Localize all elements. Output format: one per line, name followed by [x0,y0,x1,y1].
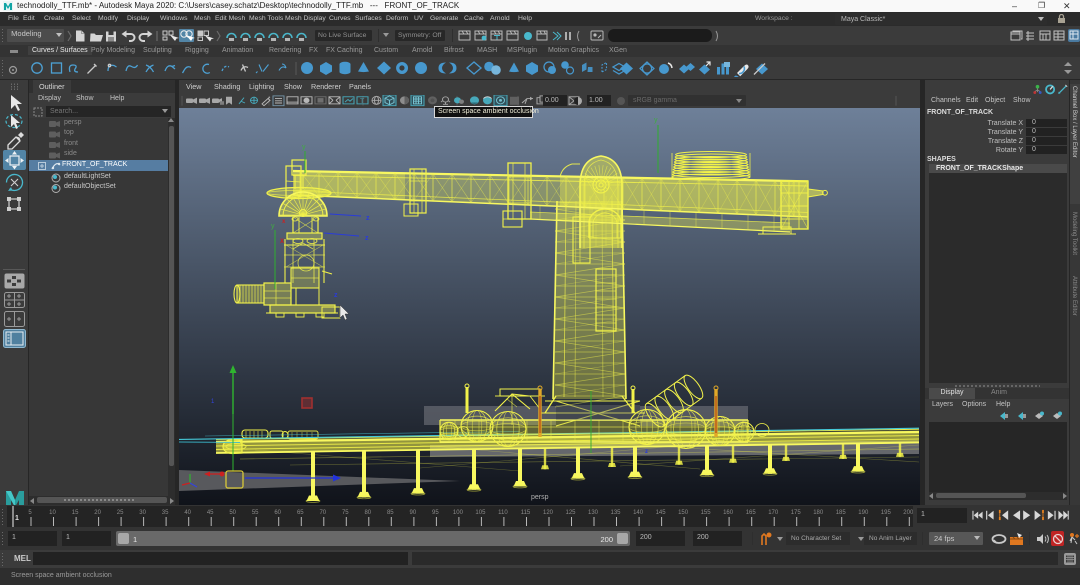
svg-text:y: y [271,223,275,230]
svg-text:175: 175 [791,510,802,516]
svg-text:50: 50 [229,510,236,516]
svg-text:25: 25 [117,510,124,516]
svg-text:190: 190 [858,510,869,516]
svg-text:115: 115 [521,510,531,516]
svg-text:180: 180 [813,510,824,516]
svg-text:80: 80 [364,510,371,516]
svg-text:160: 160 [723,510,734,516]
svg-text:150: 150 [678,510,689,516]
svg-text:95: 95 [432,510,439,516]
svg-text:120: 120 [543,510,554,516]
svg-text:15: 15 [72,510,79,516]
svg-text:125: 125 [565,510,576,516]
svg-text:x: x [282,219,286,225]
svg-text:55: 55 [252,510,259,516]
svg-text:35: 35 [162,510,169,516]
svg-text:85: 85 [387,510,394,516]
svg-text:30: 30 [139,510,146,516]
svg-text:195: 195 [881,510,892,516]
svg-text:20: 20 [94,510,101,516]
svg-text:110: 110 [498,510,508,516]
svg-text:185: 185 [836,510,847,516]
svg-text:170: 170 [768,510,779,516]
svg-text:90: 90 [410,510,417,516]
svg-text:75: 75 [342,510,349,516]
svg-text:T: T [360,98,364,105]
svg-text:1: 1 [211,399,215,405]
svg-text:z: z [334,292,338,299]
svg-text:145: 145 [656,510,667,516]
svg-text:z: z [365,235,369,242]
svg-text:X: X [280,239,284,245]
svg-text:5: 5 [28,510,32,516]
svg-text:45: 45 [207,510,214,516]
svg-text:105: 105 [475,510,486,516]
svg-text:130: 130 [588,510,599,516]
svg-text:200: 200 [903,510,913,516]
svg-text:100: 100 [453,510,464,516]
svg-text:10: 10 [49,510,56,516]
svg-text:140: 140 [633,510,644,516]
svg-text:y: y [302,144,306,151]
svg-text:70: 70 [319,510,326,516]
svg-text:135: 135 [610,510,621,516]
svg-text:165: 165 [746,510,757,516]
svg-text:40: 40 [184,510,191,516]
svg-text:z: z [366,215,370,222]
svg-text:65: 65 [297,510,304,516]
svg-text:155: 155 [701,510,712,516]
svg-text:y: y [654,117,658,124]
svg-text:60: 60 [274,510,281,516]
svg-text:z: z [645,449,648,455]
